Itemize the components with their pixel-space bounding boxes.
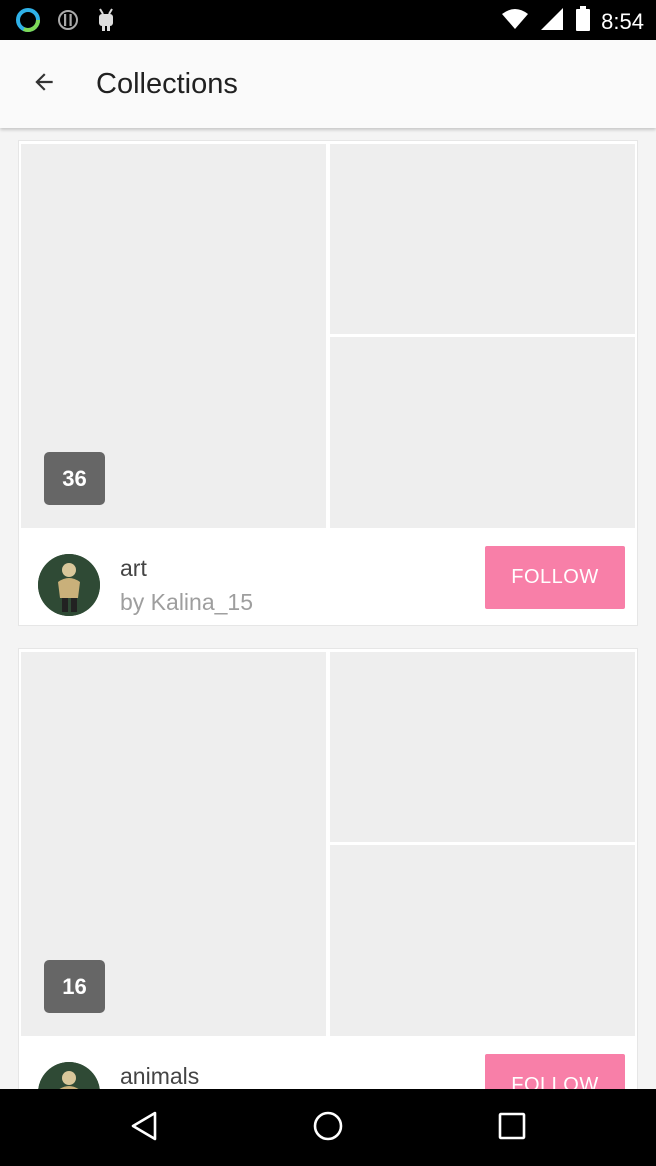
nav-home-button[interactable] [305,1105,351,1151]
recents-square-icon [498,1112,526,1145]
android-icon [94,7,118,38]
app-bar: Collections [0,40,656,128]
collection-mosaic[interactable]: 36 [21,144,635,528]
collection-thumbnail-top [330,652,635,842]
arrow-back-icon [31,69,57,100]
battery-icon [575,6,591,37]
nav-recents-button[interactable] [489,1105,535,1151]
follow-button[interactable]: FOLLOW [485,1054,625,1089]
collection-mosaic[interactable]: 16 [21,652,635,1036]
item-count-badge: 36 [44,452,105,505]
collection-thumbnail-bottom [330,337,635,528]
status-bar: 8:54 [0,0,656,40]
collection-name[interactable]: animals [120,1062,199,1089]
status-time: 8:54 [601,8,644,34]
navigation-bar [0,1089,656,1166]
collection-thumbnail-top [330,144,635,334]
page-title: Collections [96,68,238,100]
collection-author[interactable]: by Kalina_15 [120,588,253,616]
collection-name[interactable]: art [120,554,147,582]
signal-icon [539,6,565,37]
wifi-icon [501,7,529,36]
nav-back-button[interactable] [121,1105,167,1151]
collection-card[interactable]: 36 art by Kalina_15 FOLLOW [18,140,638,626]
back-triangle-icon [129,1110,159,1147]
follow-button[interactable]: FOLLOW [485,546,625,609]
item-count-badge: 16 [44,960,105,1013]
back-button[interactable] [20,60,68,108]
avatar[interactable] [38,554,100,616]
circle-ring-icon [14,6,42,39]
alert-icon [56,8,80,37]
home-circle-icon [312,1110,344,1147]
collections-list[interactable]: 36 art by Kalina_15 FOLLOW 16 animals FO… [0,128,656,1089]
avatar[interactable] [38,1062,100,1089]
collection-card[interactable]: 16 animals FOLLOW [18,648,638,1089]
collection-thumbnail-bottom [330,845,635,1036]
